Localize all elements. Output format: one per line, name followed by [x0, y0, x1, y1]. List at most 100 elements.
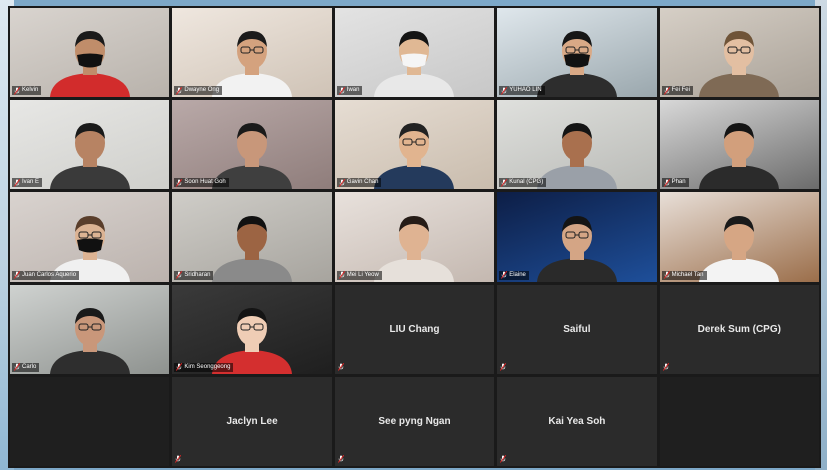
- participant-name-bar: YUHAO LIN: [499, 86, 545, 96]
- participant-tile[interactable]: Kelvin: [10, 8, 170, 98]
- participant-video-figure: [536, 215, 617, 282]
- participant-tile[interactable]: Dwayne Ong: [172, 8, 332, 98]
- muted-mic-icon: [176, 86, 183, 95]
- participant-tile[interactable]: See pyng Ngan: [334, 376, 495, 466]
- participant-video-figure: [699, 215, 780, 282]
- participant-tile[interactable]: Kunal (CPG): [497, 100, 657, 190]
- participant-name: Ivan E: [22, 179, 40, 186]
- muted-mic-icon: [501, 271, 508, 279]
- muted-mic-icon: [176, 363, 183, 372]
- participant-name: Fei Fei: [671, 87, 690, 94]
- participant-tile[interactable]: Ivan E: [10, 100, 170, 190]
- participant-tile[interactable]: Fei Fei: [659, 8, 819, 98]
- participant-name-bar: Soon Huat Goh: [174, 178, 229, 188]
- participant-video-figure: [49, 123, 130, 190]
- participant-tile[interactable]: Kai Yea Soh: [497, 376, 657, 466]
- participant-name-bar: Elaine: [499, 270, 529, 280]
- participant-video-figure: [212, 31, 293, 98]
- participant-name: Kim Seonggeong: [184, 363, 231, 370]
- muted-mic-icon: [500, 362, 507, 371]
- participant-name-bar: Kelvin: [12, 86, 42, 96]
- participant-name: Mei Li Yeow: [346, 271, 379, 278]
- participant-video-figure: [212, 307, 293, 374]
- participant-name-bar: Fei Fei: [661, 86, 693, 96]
- muted-mic-icon: [14, 271, 20, 279]
- participant-name: Soon Huat Goh: [184, 179, 226, 186]
- participant-name: LIU Chang: [389, 323, 440, 335]
- participant-name-bar: Carlo: [12, 362, 40, 372]
- participant-tile[interactable]: Soon Huat Goh: [172, 100, 332, 190]
- muted-mic-icon: [176, 271, 183, 279]
- muted-mic-icon: [500, 454, 507, 463]
- participant-name-bar: Kunal (CPG): [499, 178, 547, 188]
- participant-video-figure: [536, 123, 617, 190]
- muted-mic-icon: [14, 178, 20, 187]
- participant-name-bar: Phan: [661, 178, 689, 188]
- participant-tile[interactable]: Jaclyn Lee: [172, 376, 332, 466]
- participant-tile[interactable]: LIU Chang: [334, 284, 495, 374]
- muted-mic-icon: [14, 86, 20, 95]
- muted-mic-icon: [176, 178, 183, 187]
- participant-name: Derek Sum (CPG): [697, 323, 781, 335]
- participant-name: Michael Tan: [671, 271, 704, 278]
- participant-tile[interactable]: Iwan: [334, 8, 495, 98]
- participant-video-figure: [49, 215, 130, 282]
- participant-video-figure: [212, 215, 293, 282]
- participant-name: YUHAO LIN: [509, 87, 542, 94]
- empty-tile: [659, 376, 819, 466]
- participant-name: Saiful: [563, 323, 591, 335]
- participant-name: Kai Yea Soh: [548, 415, 606, 427]
- participant-name-bar: Michael Tan: [661, 270, 707, 280]
- participant-name-bar: Ivan E: [12, 178, 43, 188]
- participant-name: Sridharan: [184, 271, 211, 278]
- participant-video-figure: [536, 31, 617, 98]
- muted-mic-icon: [337, 454, 344, 463]
- participant-tile[interactable]: Derek Sum (CPG): [659, 284, 819, 374]
- participant-video-figure: [699, 31, 780, 98]
- participant-video-figure: [374, 31, 455, 98]
- participant-video-figure: [49, 307, 130, 374]
- muted-mic-icon: [663, 178, 670, 187]
- participant-name-bar: Kim Seonggeong: [174, 362, 234, 372]
- video-gallery: Kelvin Dwayne Ong Iwan YUHAO LIN Fei Fei Ivan…: [8, 6, 821, 468]
- participant-tile[interactable]: YUHAO LIN: [497, 8, 657, 98]
- muted-mic-icon: [662, 362, 669, 371]
- participant-video-figure: [374, 215, 455, 282]
- muted-mic-icon: [14, 363, 20, 372]
- participant-name: Carlo: [22, 363, 37, 370]
- participant-name: Gavin Chan: [346, 179, 379, 186]
- participant-name-bar: Juan Carlos Aquerio: [12, 270, 80, 280]
- participant-tile[interactable]: Kim Seonggeong: [172, 284, 332, 374]
- participant-name-bar: Iwan: [336, 86, 363, 96]
- participant-tile[interactable]: Saiful: [497, 284, 657, 374]
- participant-video-figure: [212, 123, 293, 190]
- participant-tile[interactable]: Elaine: [497, 192, 657, 282]
- participant-tile[interactable]: Michael Tan: [659, 192, 819, 282]
- muted-mic-icon: [338, 271, 345, 279]
- participant-name: See pyng Ngan: [378, 415, 451, 427]
- participant-video-figure: [49, 31, 130, 98]
- participant-name: Iwan: [346, 87, 360, 94]
- participant-tile[interactable]: Sridharan: [172, 192, 332, 282]
- participant-name: Phan: [671, 179, 686, 186]
- participant-name: Kelvin: [22, 87, 39, 94]
- participant-name: Juan Carlos Aquerio: [22, 271, 77, 278]
- muted-mic-icon: [663, 271, 670, 279]
- muted-mic-icon: [501, 178, 508, 187]
- muted-mic-icon: [337, 362, 344, 371]
- muted-mic-icon: [663, 86, 670, 95]
- muted-mic-icon: [338, 178, 345, 187]
- participant-video-figure: [374, 123, 455, 190]
- participant-name-bar: Gavin Chan: [336, 178, 382, 188]
- muted-mic-icon: [501, 86, 508, 95]
- participant-tile[interactable]: Carlo: [10, 284, 170, 374]
- participant-tile[interactable]: Gavin Chan: [334, 100, 495, 190]
- participant-tile[interactable]: Phan: [659, 100, 819, 190]
- participant-name-bar: Dwayne Ong: [174, 86, 223, 96]
- participant-tile[interactable]: Juan Carlos Aquerio: [10, 192, 170, 282]
- participant-name-bar: Mei Li Yeow: [336, 270, 382, 280]
- participant-name: Elaine: [509, 271, 526, 278]
- participant-tile[interactable]: Mei Li Yeow: [334, 192, 495, 282]
- muted-mic-icon: [175, 454, 182, 463]
- participant-name: Kunal (CPG): [509, 179, 544, 186]
